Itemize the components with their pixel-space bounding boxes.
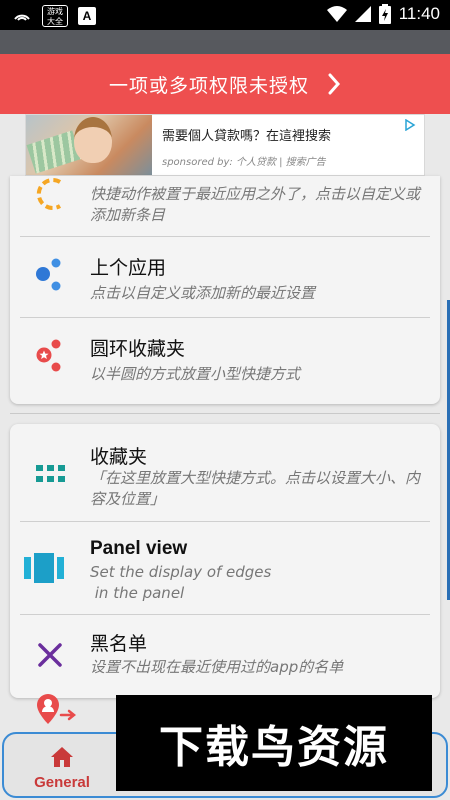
list-item-subtitle: 点击以自定义或添加新的最近设置	[90, 284, 316, 302]
battery-charging-icon	[378, 4, 391, 24]
last-app-dots-icon	[36, 258, 61, 291]
list-item-title: Panel view	[90, 538, 188, 559]
section-divider	[10, 413, 440, 414]
chevron-right-icon	[328, 73, 341, 95]
tab-general[interactable]: General	[22, 746, 102, 798]
a-notification-icon: A	[78, 7, 96, 25]
list-item-title: 收藏夹	[90, 446, 148, 468]
game-app-notification-icon: 游戏 大全	[42, 5, 68, 27]
list-item-last-app[interactable]: 上个应用 点击以自定义或添加新的最近设置	[10, 237, 440, 317]
watermark: 下载鸟资源	[116, 695, 432, 791]
list-item-subtitle: 快捷动作被置于最近应用之外了，点击以自定义或添加新条目	[90, 185, 421, 224]
ad-banner[interactable]: 需要個人貸款嗎？在這裡搜索 sponsored by: 个人贷款 | 搜索广告	[25, 114, 425, 176]
hotspot-icon	[14, 14, 30, 21]
list-item-subtitle: 设置不出现在最近使用过的app的名单	[90, 658, 344, 676]
list-item-subtitle: Set the display of edges in the panel	[90, 563, 272, 602]
watermark-text: 下载鸟资源	[159, 722, 389, 773]
ad-choices-icon[interactable]	[404, 119, 416, 131]
grid-icon	[36, 465, 65, 482]
close-x-icon	[38, 643, 62, 667]
list-item-circle-favorites[interactable]: 圆环收藏夹 以半圆的方式放置小型快捷方式	[10, 318, 440, 404]
ad-image	[26, 115, 152, 175]
list-item-title: 黑名单	[90, 633, 148, 655]
recents-settings-card: 快捷动作被置于最近应用之外了，点击以自定义或添加新条目 上个应用 点击以自定义或…	[10, 176, 440, 404]
signal-icon	[354, 6, 371, 22]
ad-sponsor: sponsored by: 个人贷款 | 搜索广告	[162, 157, 326, 168]
permission-warning-text: 一项或多项权限未授权	[108, 74, 309, 97]
quick-actions-arc-icon	[36, 178, 62, 210]
wifi-icon	[326, 6, 347, 22]
list-item-title: 上个应用	[90, 257, 167, 279]
favorites-settings-card: 收藏夹 「在这里放置大型快捷方式。点击以设置大小、内容及位置」 Panel vi…	[10, 424, 440, 698]
permission-warning-banner[interactable]: 一项或多项权限未授权	[0, 54, 450, 114]
list-item-subtitle: 「在这里放置大型快捷方式。点击以设置大小、内容及位置」	[90, 469, 421, 508]
circle-favorites-star-icon	[36, 339, 61, 372]
list-item-title: 圆环收藏夹	[90, 338, 186, 360]
toolbar-strip	[0, 30, 450, 54]
tab-general-label: General	[34, 774, 90, 791]
ad-title: 需要個人貸款嗎？在這裡搜索	[162, 129, 332, 144]
list-item-panel-view[interactable]: Panel view Set the display of edges in t…	[10, 522, 440, 614]
list-item-blacklist[interactable]: 黑名单 设置不出现在最近使用过的app的名单	[10, 615, 440, 698]
panel-view-icon	[24, 553, 64, 583]
list-item-quick-actions[interactable]: 快捷动作被置于最近应用之外了，点击以自定义或添加新条目	[10, 176, 440, 236]
list-item-favorites[interactable]: 收藏夹 「在这里放置大型快捷方式。点击以设置大小、内容及位置」	[10, 424, 440, 521]
person-pin-arrow-icon[interactable]	[34, 692, 78, 728]
clock: 11:40	[398, 4, 440, 23]
list-item-subtitle: 以半圆的方式放置小型快捷方式	[90, 365, 301, 383]
home-icon	[51, 747, 73, 767]
status-bar: 游戏 大全 A 11:40	[0, 0, 450, 30]
